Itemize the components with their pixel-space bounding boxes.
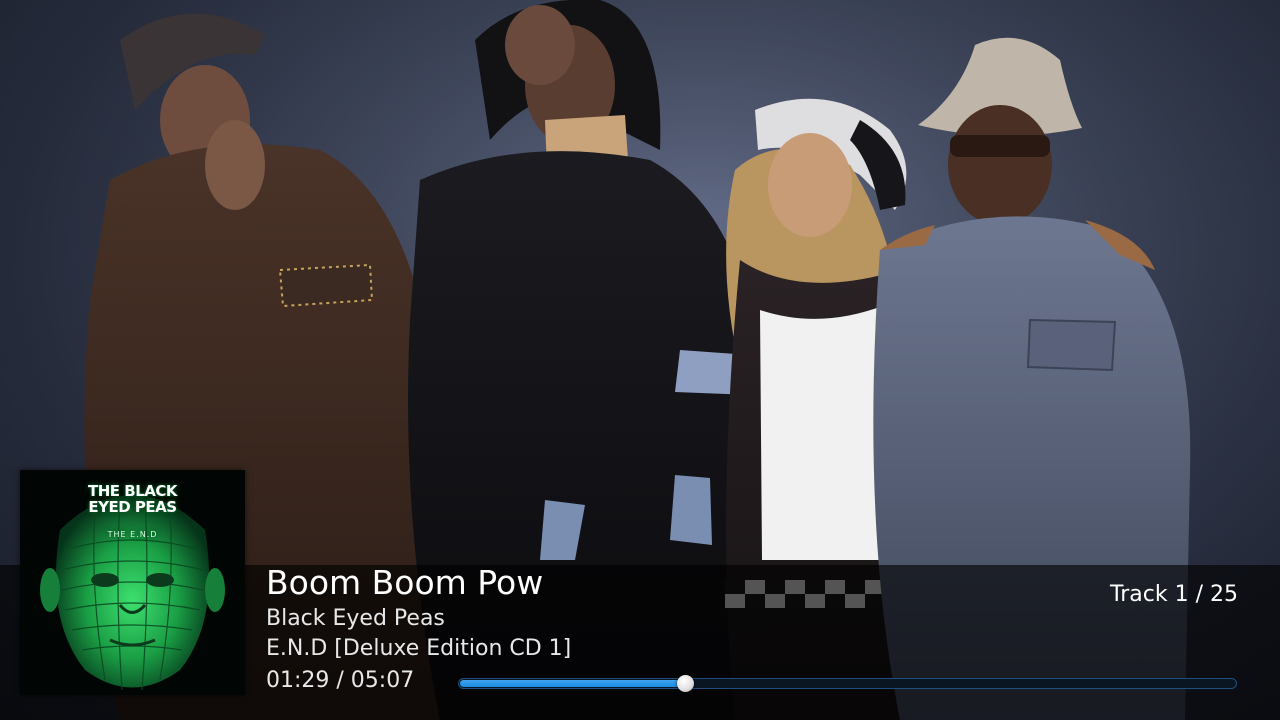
playback-time: 01:29 / 05:07 [266,668,415,693]
music-visualization-screen: THE BLACK EYED PEAS THE E.N.D Boom Boom … [0,0,1280,720]
album-name: E.N.D [Deluxe Edition CD 1] [266,636,572,661]
album-art-subtitle: THE E.N.D [107,530,158,539]
album-cover-art: THE BLACK EYED PEAS THE E.N.D [20,470,245,695]
album-art-logo-line2: EYED PEAS [88,498,177,516]
progress-fill [460,680,685,687]
playback-progress-bar[interactable] [458,675,1237,692]
song-title: Boom Boom Pow [266,563,544,602]
track-counter: Track 1 / 25 [1110,582,1238,607]
artist-name: Black Eyed Peas [266,606,445,631]
circle-knob-icon[interactable] [677,675,694,692]
